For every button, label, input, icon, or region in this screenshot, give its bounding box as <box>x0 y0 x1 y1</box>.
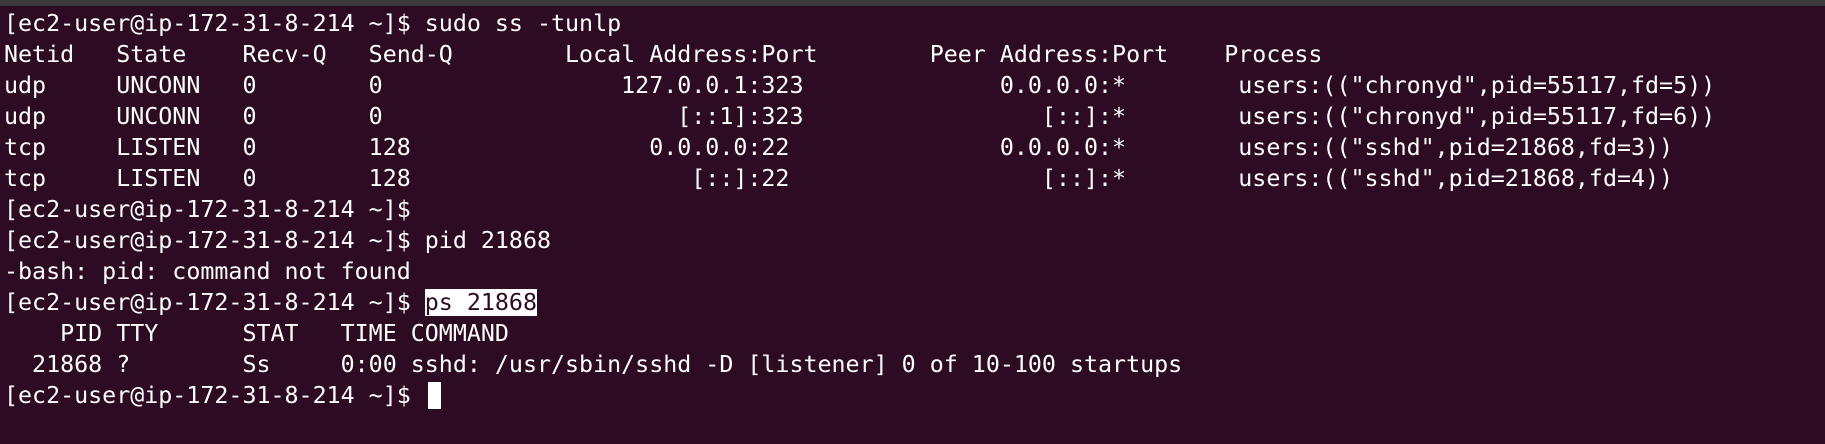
text-cursor <box>427 382 441 409</box>
ss-row: udp UNCONN 0 0 [::1]:323 [::]:* users:((… <box>4 103 1716 130</box>
prompt: [ec2-user@ip-172-31-8-214 ~]$ <box>4 289 425 316</box>
ps-header-row: PID TTY STAT TIME COMMAND <box>4 320 509 347</box>
active-prompt-line[interactable]: [ec2-user@ip-172-31-8-214 ~]$ <box>4 380 1825 411</box>
prompt: [ec2-user@ip-172-31-8-214 ~]$ <box>4 382 425 409</box>
terminal-line: [ec2-user@ip-172-31-8-214 ~]$ <box>4 196 425 223</box>
ss-row: tcp LISTEN 0 128 [::]:22 [::]:* users:((… <box>4 165 1674 192</box>
terminal-line: [ec2-user@ip-172-31-8-214 ~]$ ps 21868 <box>4 287 1825 318</box>
window-top-edge <box>0 0 1825 6</box>
terminal-window[interactable]: [ec2-user@ip-172-31-8-214 ~]$ sudo ss -t… <box>0 0 1825 444</box>
error-line: -bash: pid: command not found <box>4 258 411 285</box>
terminal-line: [ec2-user@ip-172-31-8-214 ~]$ sudo ss -t… <box>4 10 622 37</box>
ss-row: tcp LISTEN 0 128 0.0.0.0:22 0.0.0.0:* us… <box>4 134 1674 161</box>
selected-command[interactable]: ps 21868 <box>424 289 537 316</box>
ss-header-row: Netid State Recv-Q Send-Q Local Address:… <box>4 41 1323 68</box>
terminal-line: [ec2-user@ip-172-31-8-214 ~]$ pid 21868 <box>4 227 552 254</box>
ss-row: udp UNCONN 0 0 127.0.0.1:323 0.0.0.0:* u… <box>4 72 1716 99</box>
terminal-screen[interactable]: [ec2-user@ip-172-31-8-214 ~]$ sudo ss -t… <box>4 8 1825 444</box>
ps-row: 21868 ? Ss 0:00 sshd: /usr/sbin/sshd -D … <box>4 351 1183 378</box>
